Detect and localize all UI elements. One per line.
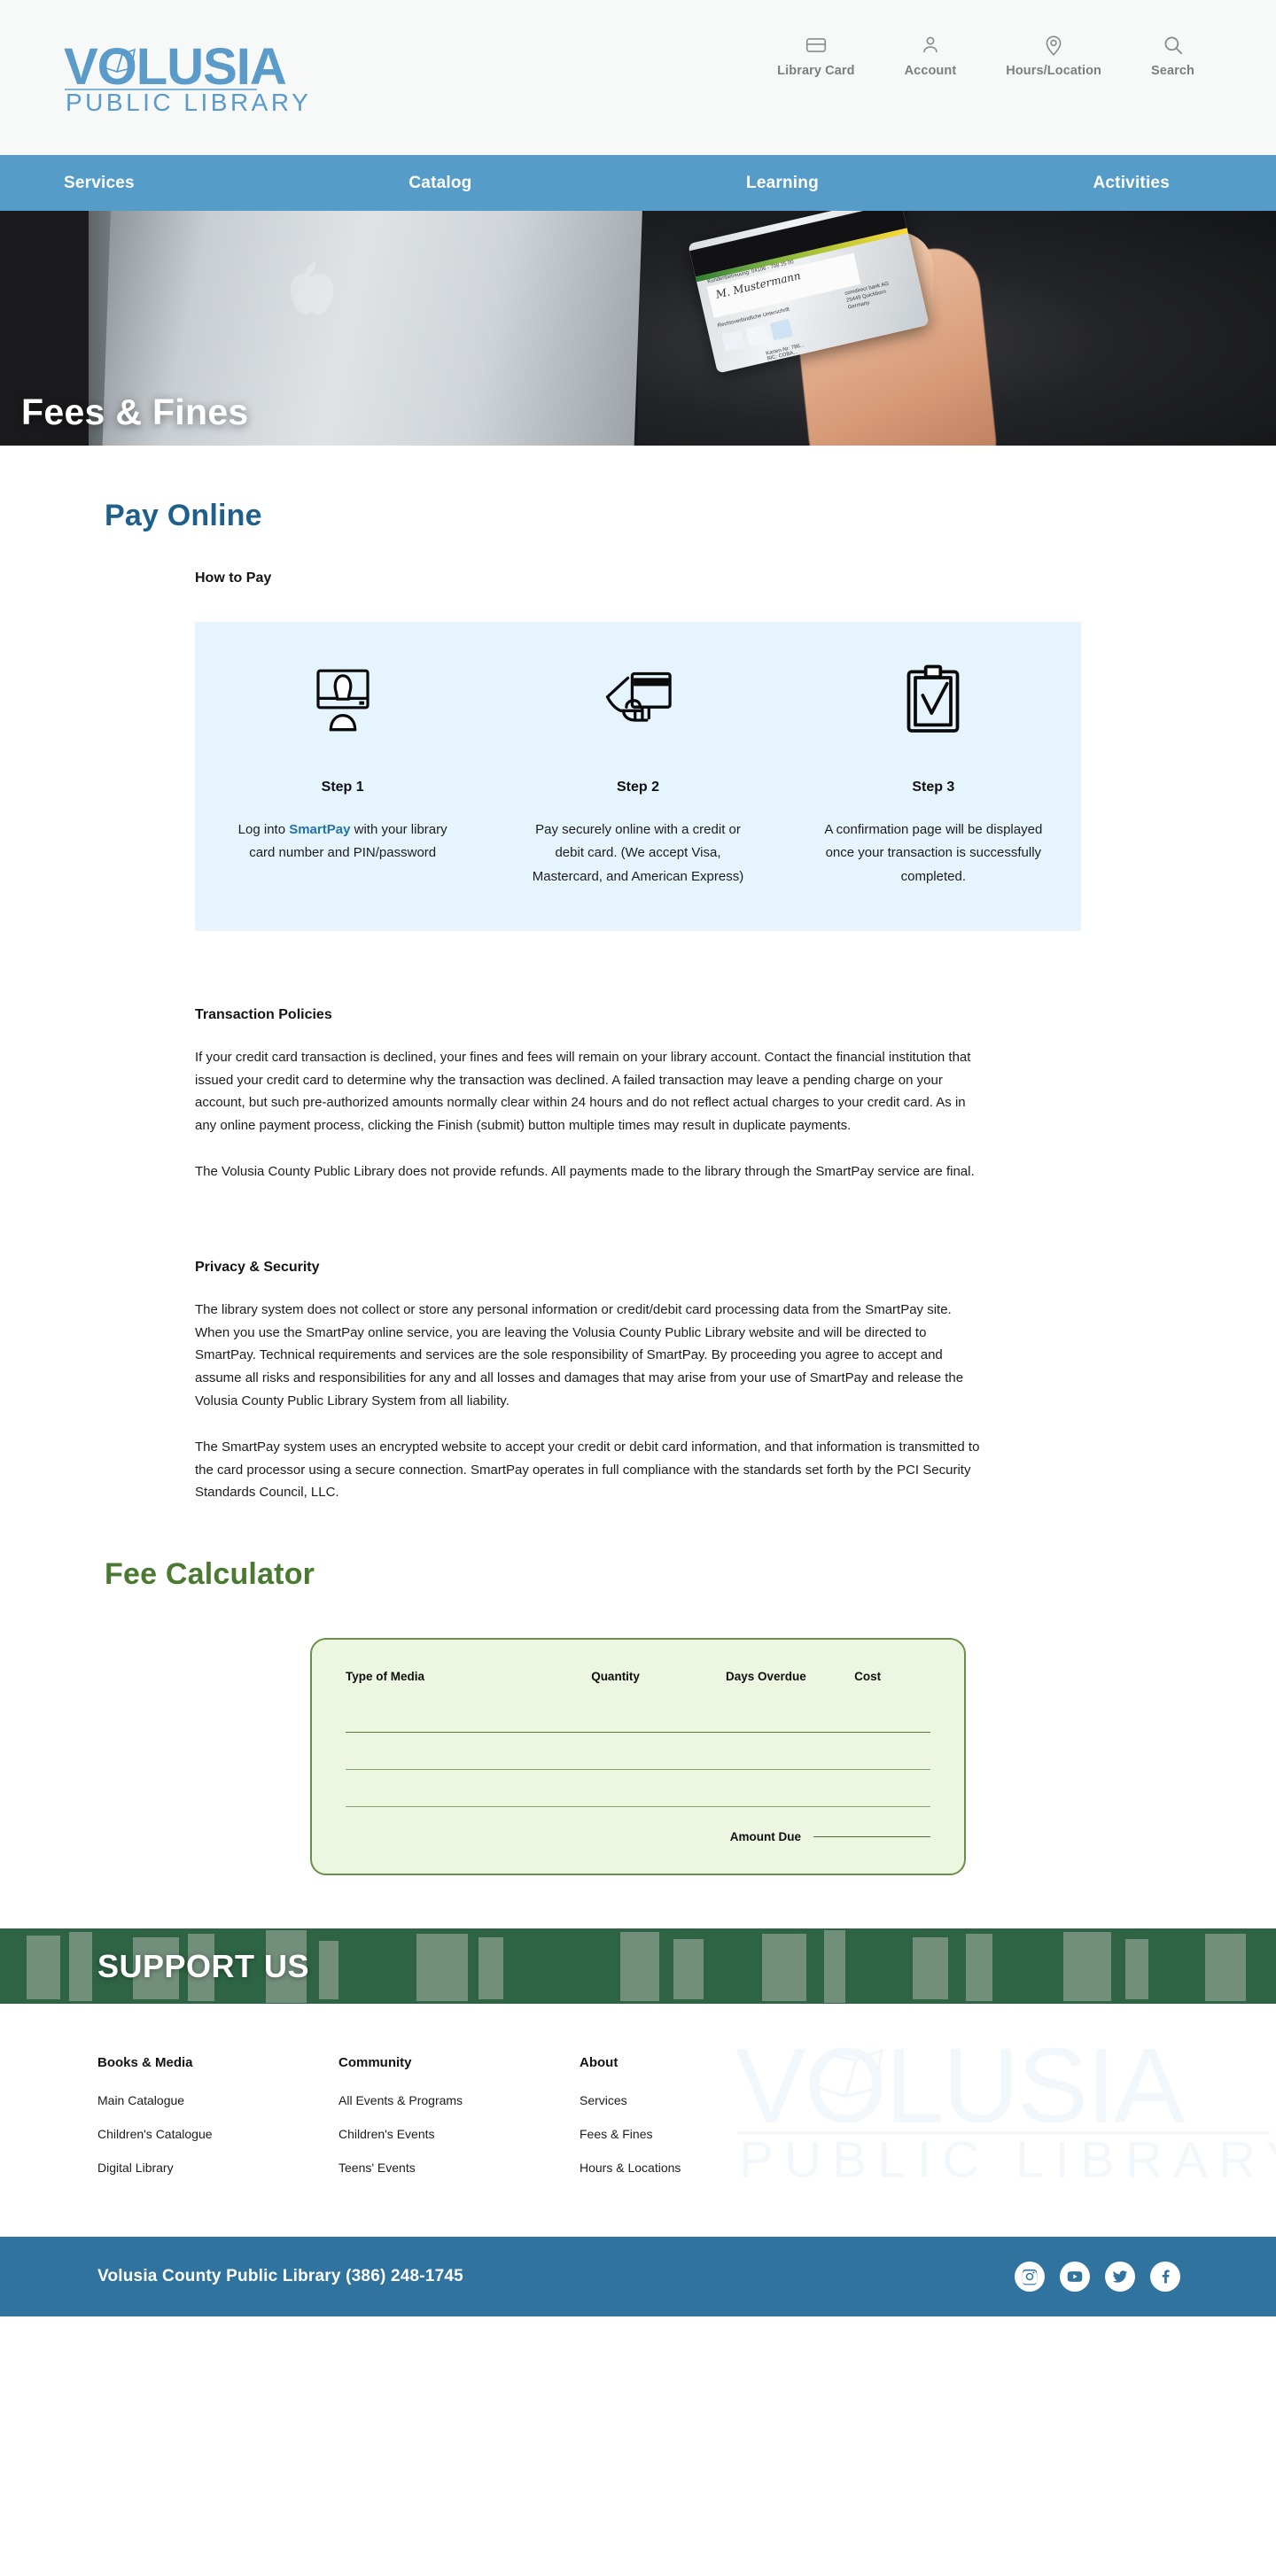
footer-link-all-events-programs[interactable]: All Events & Programs: [338, 2093, 580, 2107]
privacy-security-paragraph-1: The library system does not collect or s…: [195, 1301, 964, 1408]
support-us-title: SUPPORT US: [97, 1947, 310, 1984]
step-label: Step 1: [321, 780, 364, 795]
column-header-cost: Cost: [854, 1670, 882, 1684]
apple-logo-icon: [291, 262, 333, 314]
step-label: Step 3: [912, 780, 955, 795]
footer-link-hours-locations[interactable]: Hours & Locations: [580, 2161, 821, 2175]
column-header-days-overdue: Days Overdue: [725, 1670, 806, 1684]
subheading-how-to-pay: How to Pay: [195, 570, 272, 586]
logo-graphic: VOLUSIA PUBLIC LIBRARY: [64, 38, 311, 116]
fee-calculator-row[interactable]: [346, 1695, 930, 1734]
search-icon: [1162, 34, 1185, 57]
utility-nav-label: Library Card: [777, 64, 855, 78]
column-header-quantity: Quantity: [591, 1670, 640, 1684]
main-content: Pay Online How to Pay Step 1 Log into Sm…: [0, 499, 1276, 1928]
logo-wordmark-volusia: VOLUSIA: [64, 38, 286, 96]
footer-link-fees-fines[interactable]: Fees & Fines: [580, 2127, 821, 2141]
amount-due-label: Amount Due: [729, 1830, 801, 1844]
step-card-1: Step 1 Log into SmartPay with your libra…: [195, 657, 490, 888]
card-icon: [805, 34, 828, 57]
footer-column-title: About: [580, 2055, 619, 2071]
primary-nav: Services Catalog Learning Activities: [0, 155, 1276, 211]
nav-item-activities[interactable]: Activities: [1093, 174, 1169, 193]
site-logo[interactable]: VOLUSIA PUBLIC LIBRARY: [64, 38, 330, 117]
transaction-policies-paragraph-2: The Volusia County Public Library does n…: [195, 1163, 975, 1179]
how-to-pay-steps: Step 1 Log into SmartPay with your libra…: [195, 622, 1081, 931]
library-contact-text: Volusia County Public Library (386) 248-…: [97, 2267, 463, 2286]
step-text-before: Log into: [237, 822, 290, 837]
step-description: Pay securely online with a credit or deb…: [532, 822, 744, 884]
footer-column-title: Community: [338, 2055, 412, 2071]
subheading-privacy-security: Privacy & Security: [195, 1259, 320, 1275]
computer-person-icon: [311, 657, 375, 742]
step-card-3: Step 3 A confirmation page will be displ…: [786, 657, 1081, 888]
fee-calculator-total: Amount Due: [346, 1830, 930, 1843]
step-description: Log into SmartPay with your library card…: [232, 819, 454, 865]
fee-calculator-row[interactable]: [346, 1733, 930, 1771]
section-heading-pay-online: Pay Online: [105, 499, 262, 532]
utility-nav-item-library-card[interactable]: Library Card: [777, 34, 854, 78]
privacy-security-paragraph-2: The SmartPay system uses an encrypted we…: [195, 1439, 980, 1501]
utility-nav: Library Card Account Hours/Location Sear…: [777, 34, 1194, 78]
utility-nav-item-account[interactable]: Account: [905, 34, 957, 78]
footer-column-title: Books & Media: [97, 2055, 193, 2071]
utility-nav-item-search[interactable]: Search: [1151, 34, 1194, 78]
footer-column-books-media: Books & Media Main Catalogue Children's …: [97, 2055, 338, 2194]
utility-nav-item-hours-location[interactable]: Hours/Location: [1006, 34, 1101, 78]
site-header: VOLUSIA PUBLIC LIBRARY Library Card Acco…: [0, 0, 1276, 155]
footer-link-childrens-catalogue[interactable]: Children's Catalogue: [97, 2127, 338, 2141]
fee-calculator-header-row: Type of Media Quantity Days Overdue Cost: [346, 1664, 930, 1695]
utility-nav-label: Account: [904, 64, 957, 78]
logo-wordmark-public-library: PUBLIC LIBRARY: [66, 89, 311, 113]
twitter-icon[interactable]: [1105, 2262, 1135, 2293]
transaction-policies-paragraph-1: If your credit card transaction is decli…: [195, 1049, 971, 1134]
subheading-transaction-policies: Transaction Policies: [195, 1006, 332, 1022]
footer-column-community: Community All Events & Programs Children…: [338, 2055, 580, 2194]
hand-credit-card-icon: [602, 657, 674, 742]
step-label: Step 2: [616, 780, 659, 795]
page-title: Fees & Fines: [21, 392, 249, 432]
footer-link-teens-events[interactable]: Teens' Events: [338, 2161, 580, 2175]
support-us-banner[interactable]: SUPPORT US: [0, 1928, 1276, 2005]
utility-nav-label: Search: [1151, 64, 1194, 78]
footer-link-childrens-events[interactable]: Children's Events: [338, 2127, 580, 2141]
location-pin-icon: [1042, 34, 1065, 57]
footer-bottom-bar: Volusia County Public Library (386) 248-…: [0, 2237, 1276, 2317]
footer-column-about: About Services Fees & Fines Hours & Loca…: [580, 2055, 821, 2194]
column-header-type-of-media: Type of Media: [346, 1670, 425, 1684]
facebook-icon[interactable]: [1150, 2262, 1180, 2293]
smartpay-link[interactable]: SmartPay: [289, 822, 350, 837]
footer-link-digital-library[interactable]: Digital Library: [97, 2161, 338, 2175]
clipboard-check-icon: [904, 657, 962, 742]
amount-due-value: [813, 1836, 930, 1838]
nav-item-services[interactable]: Services: [64, 174, 135, 193]
footer-link-services[interactable]: Services: [580, 2093, 821, 2107]
fee-calculator-row[interactable]: [346, 1770, 930, 1808]
utility-nav-label: Hours/Location: [1006, 64, 1102, 78]
user-icon: [919, 34, 942, 57]
site-footer: VOLUSIA PUBLIC LIBRARY Books & Media Mai…: [0, 2004, 1276, 2238]
nav-item-catalog[interactable]: Catalog: [408, 174, 471, 193]
section-heading-fee-calculator: Fee Calculator: [105, 1557, 315, 1592]
social-links: [1015, 2262, 1180, 2293]
footer-link-main-catalogue[interactable]: Main Catalogue: [97, 2093, 338, 2107]
step-description: A confirmation page will be displayed on…: [824, 822, 1043, 884]
nav-item-learning[interactable]: Learning: [746, 174, 819, 193]
youtube-icon[interactable]: [1060, 2262, 1090, 2293]
fee-calculator-panel: Type of Media Quantity Days Overdue Cost…: [310, 1638, 966, 1876]
instagram-icon[interactable]: [1015, 2262, 1045, 2293]
step-card-2: Step 2 Pay securely online with a credit…: [490, 657, 785, 888]
hero-banner: M. Mustermann Kundenbetreuung: 04106 - 7…: [0, 211, 1276, 446]
